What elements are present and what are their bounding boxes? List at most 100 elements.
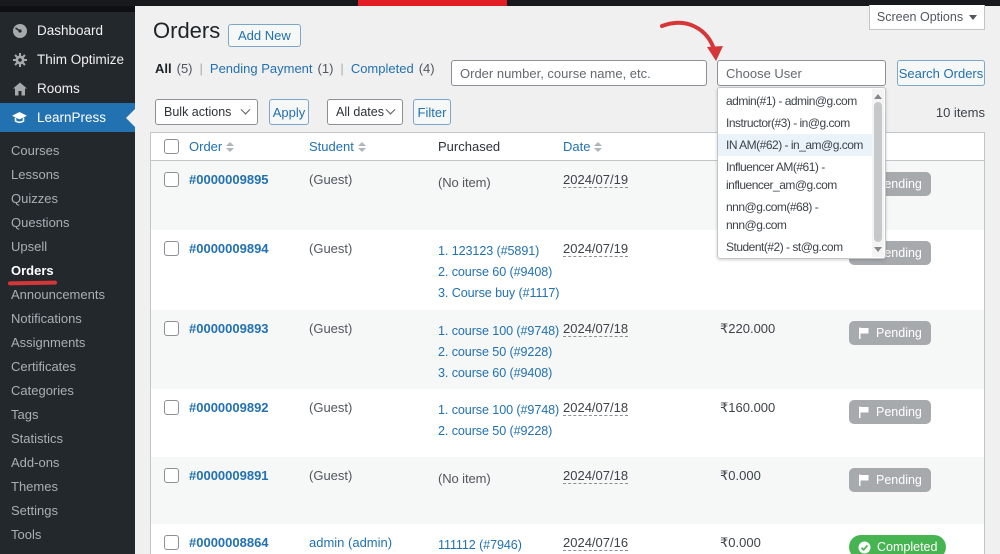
home-icon bbox=[11, 80, 28, 97]
view-all-link[interactable]: All bbox=[155, 61, 172, 76]
order-link[interactable]: #0000009891 bbox=[189, 468, 269, 483]
purchased-item-link[interactable]: 1. 123123 (#5891) bbox=[438, 241, 563, 262]
order-link[interactable]: #0000008864 bbox=[189, 535, 269, 550]
sidebar-item-tags[interactable]: Tags bbox=[0, 403, 135, 427]
purchased-item-link[interactable]: 2. course 50 (#9228) bbox=[438, 342, 563, 363]
view-completed-link[interactable]: Completed bbox=[351, 61, 414, 76]
submenu-label: Lessons bbox=[11, 167, 60, 182]
submenu-label: Notifications bbox=[11, 311, 82, 326]
purchased-item-link[interactable]: 2. course 50 (#9228) bbox=[438, 421, 563, 442]
screen-options-button[interactable]: Screen Options bbox=[869, 5, 985, 30]
row-checkbox-cell bbox=[151, 524, 189, 554]
status-badge-completed: Completed bbox=[849, 535, 947, 554]
flag-icon bbox=[859, 327, 869, 339]
column-header-student[interactable]: Student bbox=[309, 139, 438, 154]
order-date: 2024/07/16 bbox=[563, 535, 629, 551]
submenu-label: Orders bbox=[11, 263, 54, 278]
purchased-item-link[interactable]: 2. course 60 (#9408) bbox=[438, 262, 563, 283]
chevron-down-icon bbox=[385, 104, 396, 115]
sidebar-item-upsell[interactable]: Upsell bbox=[0, 235, 135, 259]
choose-user-dropdown: admin(#1) - admin@g.com Instructor(#3) -… bbox=[717, 87, 886, 259]
apply-button[interactable]: Apply bbox=[269, 99, 309, 125]
sidebar-item-courses[interactable]: Courses bbox=[0, 139, 135, 163]
purchased-item: (No item) bbox=[438, 175, 491, 190]
sidebar-item-dashboard[interactable]: Dashboard bbox=[0, 16, 135, 45]
purchased-item-link[interactable]: 1. course 100 (#9748) bbox=[438, 400, 563, 421]
search-orders-button[interactable]: Search Orders bbox=[897, 60, 985, 86]
filter-button[interactable]: Filter bbox=[413, 99, 451, 125]
column-header-purchased: Purchased bbox=[438, 139, 501, 154]
sidebar-item-thim-optimize[interactable]: Thim Optimize bbox=[0, 45, 135, 74]
dropdown-scrollbar[interactable] bbox=[872, 89, 884, 257]
row-checkbox[interactable] bbox=[164, 468, 179, 483]
dashboard-icon bbox=[11, 22, 28, 39]
purchased-item-link[interactable]: 111112 (#7946) bbox=[438, 535, 563, 554]
sidebar-item-quizzes[interactable]: Quizzes bbox=[0, 187, 135, 211]
order-total: ₹0.000 bbox=[720, 535, 761, 550]
sidebar-item-themes[interactable]: Themes bbox=[0, 475, 135, 499]
user-option[interactable]: Instructor(#3) - in@g.com bbox=[718, 112, 872, 134]
order-date: 2024/07/18 bbox=[563, 321, 629, 337]
sidebar-item-certificates[interactable]: Certificates bbox=[0, 355, 135, 379]
row-checkbox[interactable] bbox=[164, 535, 179, 550]
user-option[interactable]: Influencer AM(#61) - influencer_am@g.com bbox=[718, 156, 872, 196]
order-link[interactable]: #0000009893 bbox=[189, 321, 269, 336]
scrollbar-thumb[interactable] bbox=[874, 102, 882, 242]
user-option-highlighted[interactable]: IN AM(#62) - in_am@g.com bbox=[718, 134, 872, 156]
bulk-actions-select[interactable]: Bulk actions bbox=[155, 99, 258, 125]
sidebar-item-orders[interactable]: Orders bbox=[0, 259, 135, 286]
purchased-item-link[interactable]: 1. course 100 (#9748) bbox=[438, 321, 563, 342]
choose-user-input[interactable] bbox=[717, 60, 886, 86]
sidebar-item-label: Thim Optimize bbox=[37, 52, 125, 67]
sidebar-item-label: LearnPress bbox=[37, 110, 107, 125]
student-link[interactable]: admin (admin) bbox=[309, 535, 392, 550]
add-new-button[interactable]: Add New bbox=[228, 24, 301, 47]
sidebar-item-notifications[interactable]: Notifications bbox=[0, 307, 135, 331]
user-option[interactable]: nnn@g.com(#68) - nnn@g.com bbox=[718, 196, 872, 236]
select-all-checkbox[interactable] bbox=[164, 139, 179, 154]
top-strip bbox=[0, 0, 1000, 6]
sidebar-item-assignments[interactable]: Assignments bbox=[0, 331, 135, 355]
sort-icon bbox=[226, 141, 235, 152]
sidebar-item-categories[interactable]: Categories bbox=[0, 379, 135, 403]
purchased-item-link[interactable]: 3. Course buy (#1117) bbox=[438, 283, 563, 304]
scroll-up-icon[interactable] bbox=[874, 94, 882, 99]
gear-icon bbox=[11, 51, 28, 68]
order-link[interactable]: #0000009895 bbox=[189, 172, 269, 187]
order-date: 2024/07/18 bbox=[563, 468, 629, 484]
row-checkbox[interactable] bbox=[164, 172, 179, 187]
row-checkbox[interactable] bbox=[164, 321, 179, 336]
purchased-item-link[interactable]: 3. course 60 (#9408) bbox=[438, 363, 563, 384]
admin-sidebar: Dashboard Thim Optimize Rooms LearnPress bbox=[0, 0, 135, 554]
page-title: Orders bbox=[153, 18, 221, 43]
purchased-item: (No item) bbox=[438, 471, 491, 486]
row-checkbox[interactable] bbox=[164, 400, 179, 415]
view-pending-link[interactable]: Pending Payment bbox=[210, 61, 313, 76]
status-badge-pending: Pending bbox=[849, 400, 931, 424]
scroll-down-icon[interactable] bbox=[874, 247, 882, 252]
submenu-label: Courses bbox=[11, 143, 60, 158]
order-date: 2024/07/19 bbox=[563, 172, 629, 188]
order-link[interactable]: #0000009892 bbox=[189, 400, 269, 415]
column-header-order[interactable]: Order bbox=[189, 139, 309, 154]
sidebar-item-tools[interactable]: Tools bbox=[0, 523, 135, 547]
sidebar-item-announcements[interactable]: Announcements bbox=[0, 283, 135, 307]
order-total: ₹0.000 bbox=[720, 468, 761, 483]
row-checkbox-cell bbox=[151, 389, 189, 457]
sidebar-item-add-ons[interactable]: Add-ons bbox=[0, 451, 135, 475]
row-checkbox[interactable] bbox=[164, 241, 179, 256]
sidebar-item-statistics[interactable]: Statistics bbox=[0, 427, 135, 451]
sidebar-item-questions[interactable]: Questions bbox=[0, 211, 135, 235]
user-option[interactable]: admin(#1) - admin@g.com bbox=[718, 90, 872, 112]
sidebar-item-learnpress[interactable]: LearnPress bbox=[0, 103, 135, 132]
sidebar-item-rooms[interactable]: Rooms bbox=[0, 74, 135, 103]
user-option[interactable]: Student(#2) - st@g.com bbox=[718, 236, 872, 258]
order-link[interactable]: #0000009894 bbox=[189, 241, 269, 256]
row-checkbox-cell bbox=[151, 457, 189, 524]
dates-select[interactable]: All dates bbox=[327, 99, 403, 125]
column-header-date[interactable]: Date bbox=[563, 139, 720, 154]
sidebar-item-settings[interactable]: Settings bbox=[0, 499, 135, 523]
sidebar-item-lessons[interactable]: Lessons bbox=[0, 163, 135, 187]
student-name: (Guest) bbox=[309, 321, 353, 336]
submenu-label: Settings bbox=[11, 503, 58, 518]
